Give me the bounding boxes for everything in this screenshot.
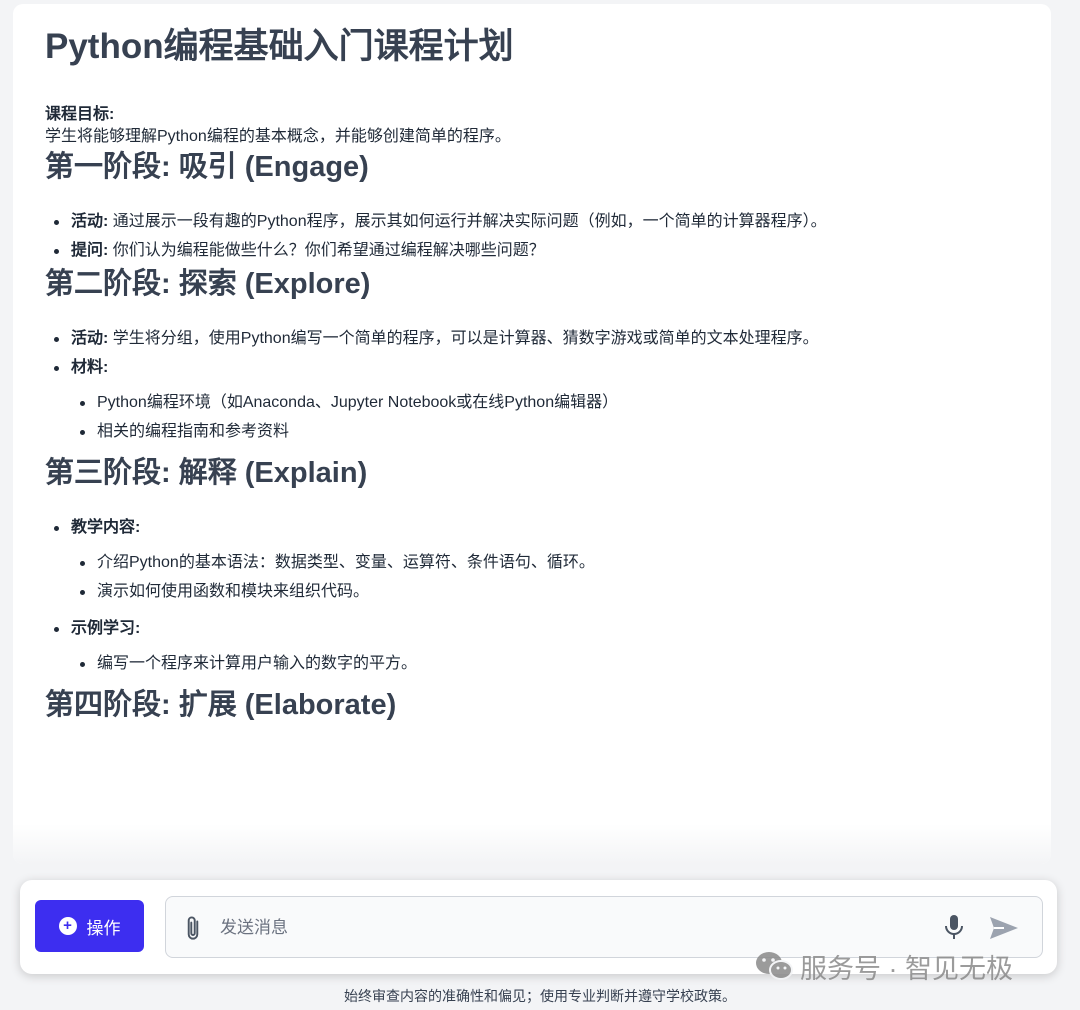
item-label: 材料:	[71, 359, 109, 376]
action-button-label: 操作	[86, 918, 121, 938]
stage-2-heading: 第二阶段: 探索 (Explore)	[45, 268, 371, 300]
scroll-fade	[13, 824, 1051, 864]
sub-list: Python编程环境（如Anaconda、Jupyter Notebook或在线…	[71, 388, 1019, 446]
list-item: 活动: 学生将分组，使用Python编写一个简单的程序，可以是计算器、猜数字游戏…	[54, 324, 1019, 353]
stage-1-list: 活动: 通过展示一段有趣的Python程序，展示其如何运行并解决实际问题（例如，…	[45, 207, 1019, 265]
course-goal: 课程目标: 学生将能够理解Python编程的基本概念，并能够创建简单的程序。	[45, 104, 1019, 148]
item-label: 活动:	[71, 213, 109, 230]
stage-4-heading: 第四阶段: 扩展 (Elaborate)	[45, 689, 397, 721]
item-text: 通过展示一段有趣的Python程序，展示其如何运行并解决实际问题（例如，一个简单…	[108, 213, 827, 230]
watermark: 服务号 · 智见无极	[754, 946, 1013, 986]
item-label: 提问:	[71, 242, 109, 259]
stage-3-list: 教学内容: 介绍Python的基本语法：数据类型、变量、运算符、条件语句、循环。…	[45, 513, 1019, 678]
list-item: 活动: 通过展示一段有趣的Python程序，展示其如何运行并解决实际问题（例如，…	[54, 207, 1019, 236]
sub-list-item: 演示如何使用函数和模块来组织代码。	[80, 577, 1019, 606]
wechat-icon	[756, 952, 793, 980]
item-label: 示例学习:	[71, 620, 141, 637]
plus-circle-icon: +	[58, 917, 77, 935]
list-item: 材料: Python编程环境（如Anaconda、Jupyter Noteboo…	[54, 353, 1019, 446]
microphone-icon[interactable]	[942, 913, 966, 941]
item-label: 活动:	[71, 330, 109, 347]
sub-list: 介绍Python的基本语法：数据类型、变量、运算符、条件语句、循环。 演示如何使…	[71, 548, 1019, 606]
watermark-text: 服务号 · 智见无极	[800, 953, 1013, 984]
sub-list-item: 介绍Python的基本语法：数据类型、变量、运算符、条件语句、循环。	[80, 548, 1019, 577]
send-icon[interactable]	[988, 914, 1020, 942]
sub-list: 编写一个程序来计算用户输入的数字的平方。	[71, 649, 1019, 678]
course-goal-text: 学生将能够理解Python编程的基本概念，并能够创建简单的程序。	[45, 128, 511, 145]
paperclip-icon[interactable]	[180, 914, 206, 944]
list-item: 示例学习: 编写一个程序来计算用户输入的数字的平方。	[54, 614, 1019, 678]
item-text: 你们认为编程能做些什么？你们希望通过编程解决哪些问题？	[108, 242, 545, 259]
stage-1-heading: 第一阶段: 吸引 (Engage)	[45, 151, 369, 183]
sub-list-item: 编写一个程序来计算用户输入的数字的平方。	[80, 649, 1019, 678]
course-goal-label: 课程目标:	[45, 106, 115, 123]
disclaimer: 始终审查内容的准确性和偏见；使用专业判断并遵守学校政策。	[344, 988, 736, 1004]
action-button[interactable]: + 操作	[35, 900, 144, 952]
item-text: 学生将分组，使用Python编写一个简单的程序，可以是计算器、猜数字游戏或简单的…	[108, 330, 819, 347]
sub-list-item: 相关的编程指南和参考资料	[80, 417, 1019, 446]
message-input[interactable]	[218, 909, 922, 947]
page-title: Python编程基础入门课程计划	[45, 27, 514, 66]
item-label: 教学内容:	[71, 519, 141, 536]
stage-2-list: 活动: 学生将分组，使用Python编写一个简单的程序，可以是计算器、猜数字游戏…	[45, 324, 1019, 446]
lesson-plan-document: Python编程基础入门课程计划 课程目标: 学生将能够理解Python编程的基…	[13, 4, 1051, 864]
sub-list-item: Python编程环境（如Anaconda、Jupyter Notebook或在线…	[80, 388, 1019, 417]
stage-3-heading: 第三阶段: 解释 (Explain)	[45, 457, 368, 489]
list-item: 提问: 你们认为编程能做些什么？你们希望通过编程解决哪些问题？	[54, 236, 1019, 265]
list-item: 教学内容: 介绍Python的基本语法：数据类型、变量、运算符、条件语句、循环。…	[54, 513, 1019, 606]
